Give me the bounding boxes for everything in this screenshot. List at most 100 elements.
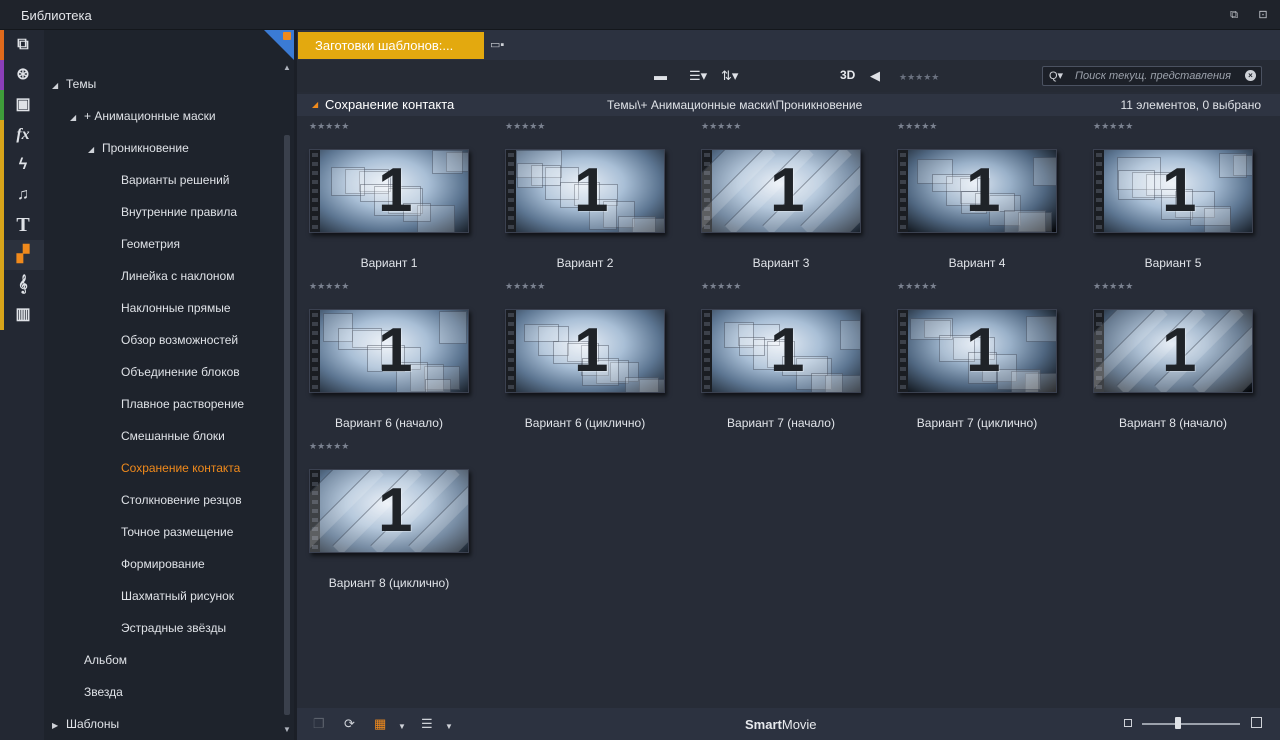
zoom-slider-thumb[interactable]: [1175, 717, 1181, 729]
tree-item-star[interactable]: Звезда: [84, 682, 123, 702]
item-rating[interactable]: ★★★★★: [309, 441, 349, 452]
piano-icon[interactable]: ▥: [12, 305, 34, 325]
template-item[interactable]: ★★★★★ 1 Вариант 1: [297, 118, 493, 278]
music-note-icon[interactable]: ♫: [12, 185, 34, 205]
clear-search-icon[interactable]: ×: [1245, 70, 1256, 81]
category-montage[interactable]: ▞: [0, 240, 44, 270]
category-treble-clef[interactable]: 𝄞: [0, 270, 44, 300]
item-rating[interactable]: ★★★★★: [505, 281, 545, 292]
template-item[interactable]: ★★★★★ 1 Вариант 5: [1081, 118, 1277, 278]
item-thumbnail[interactable]: 1: [505, 309, 665, 393]
tree-item-theme[interactable]: Обзор возможностей: [121, 330, 238, 350]
item-rating[interactable]: ★★★★★: [897, 121, 937, 132]
item-thumbnail[interactable]: 1: [701, 309, 861, 393]
tree-item-theme[interactable]: Наклонные прямые: [121, 298, 231, 318]
scroll-down-arrow-icon[interactable]: ▼: [283, 725, 291, 734]
tree-item-theme[interactable]: Объединение блоков: [121, 362, 240, 382]
film-reel-icon[interactable]: ⊛: [12, 65, 34, 85]
lightning-icon[interactable]: ϟ: [12, 155, 34, 175]
template-item[interactable]: ★★★★★ 1 Вариант 2: [493, 118, 689, 278]
tree-item-theme[interactable]: Точное размещение: [121, 522, 233, 542]
scroll-up-arrow-icon[interactable]: ▲: [283, 63, 291, 72]
item-rating[interactable]: ★★★★★: [897, 281, 937, 292]
item-thumbnail[interactable]: 1: [897, 149, 1057, 233]
category-fx[interactable]: fx: [0, 120, 44, 150]
search-input[interactable]: [1075, 68, 1245, 84]
menu-dropdown-icon[interactable]: ▼: [445, 720, 453, 734]
new-tab-icon[interactable]: ▭▪: [490, 38, 504, 51]
category-text[interactable]: T: [0, 210, 44, 240]
tree-item-theme[interactable]: Эстрадные звёзды: [121, 618, 226, 638]
pin-icon[interactable]: [283, 32, 291, 40]
text-icon[interactable]: T: [12, 215, 34, 235]
template-item[interactable]: ★★★★★ 1 Вариант 7 (начало): [689, 278, 885, 438]
treble-clef-icon[interactable]: 𝄞: [12, 275, 34, 295]
item-thumbnail[interactable]: 1: [701, 149, 861, 233]
tag-icon[interactable]: ◀: [870, 68, 880, 84]
zoom-out-icon[interactable]: [1124, 719, 1132, 727]
collapsed-arrow-icon[interactable]: ▶: [52, 716, 66, 736]
item-thumbnail[interactable]: 1: [309, 149, 469, 233]
tree-item-theme[interactable]: Смешанные блоки: [121, 426, 225, 446]
tree-item-anim-masks[interactable]: ◢ + Анимационные маски: [70, 106, 216, 126]
category-music-note[interactable]: ♫: [0, 180, 44, 210]
smartmovie-label[interactable]: SmartMovie: [745, 717, 817, 732]
tab-template-presets[interactable]: Заготовки шаблонов:...: [298, 32, 484, 59]
3d-filter-button[interactable]: 3D: [840, 68, 855, 82]
tree-item-theme[interactable]: Варианты решений: [121, 170, 230, 190]
collapse-arrow-icon[interactable]: ◢: [312, 100, 318, 109]
item-rating[interactable]: ★★★★★: [701, 281, 741, 292]
undock-window-icon[interactable]: ⊡: [1257, 9, 1269, 21]
expanded-arrow-icon[interactable]: ◢: [70, 108, 84, 128]
item-rating[interactable]: ★★★★★: [1093, 121, 1133, 132]
item-rating[interactable]: ★★★★★: [309, 281, 349, 292]
menu-icon[interactable]: ☰: [421, 717, 433, 731]
item-rating[interactable]: ★★★★★: [309, 121, 349, 132]
copy-icon[interactable]: ❐: [313, 717, 325, 731]
category-piano[interactable]: ▥: [0, 300, 44, 330]
template-item[interactable]: ★★★★★ 1 Вариант 7 (циклично): [885, 278, 1081, 438]
folder-icon[interactable]: ▬: [654, 68, 667, 84]
expanded-arrow-icon[interactable]: ◢: [88, 140, 102, 160]
item-thumbnail[interactable]: 1: [1093, 149, 1253, 233]
tree-item-theme[interactable]: Сохранение контакта: [121, 458, 240, 478]
template-item[interactable]: ★★★★★ 1 Вариант 6 (циклично): [493, 278, 689, 438]
tree-item-penetration[interactable]: ◢ Проникновение: [88, 138, 189, 158]
item-thumbnail[interactable]: 1: [309, 309, 469, 393]
box-icon[interactable]: ⧉: [12, 35, 34, 55]
tree-item-theme[interactable]: Столкновение резцов: [121, 490, 242, 510]
tree-item-templates[interactable]: ▶ Шаблоны: [52, 714, 119, 734]
tree-item-album[interactable]: Альбом: [84, 650, 127, 670]
fx-icon[interactable]: fx: [12, 125, 34, 145]
search-box[interactable]: Q▾ ×: [1042, 66, 1262, 86]
rating-filter[interactable]: ★★★★★: [899, 69, 939, 85]
tree-item-theme[interactable]: Внутренние правила: [121, 202, 237, 222]
layers-icon[interactable]: ▣: [12, 95, 34, 115]
item-rating[interactable]: ★★★★★: [701, 121, 741, 132]
item-rating[interactable]: ★★★★★: [505, 121, 545, 132]
tree-scrollbar-thumb[interactable]: [284, 135, 290, 715]
restore-window-icon[interactable]: ⧉: [1228, 9, 1240, 21]
template-item[interactable]: ★★★★★ 1 Вариант 8 (начало): [1081, 278, 1277, 438]
category-layers[interactable]: ▣: [0, 90, 44, 120]
grid-view-icon[interactable]: ▦: [374, 717, 386, 731]
tree-item-theme[interactable]: Шахматный рисунок: [121, 586, 234, 606]
zoom-slider-track[interactable]: [1142, 723, 1240, 725]
tree-item-themes[interactable]: ◢ Темы: [52, 74, 96, 94]
item-rating[interactable]: ★★★★★: [1093, 281, 1133, 292]
tree-item-theme[interactable]: Формирование: [121, 554, 205, 574]
item-thumbnail[interactable]: 1: [1093, 309, 1253, 393]
item-thumbnail[interactable]: 1: [309, 469, 469, 553]
category-box[interactable]: ⧉: [0, 30, 44, 60]
template-item[interactable]: ★★★★★ 1 Вариант 6 (начало): [297, 278, 493, 438]
refresh-icon[interactable]: ⟳: [344, 717, 355, 731]
expanded-arrow-icon[interactable]: ◢: [52, 76, 66, 96]
montage-icon[interactable]: ▞: [12, 245, 34, 265]
item-thumbnail[interactable]: 1: [897, 309, 1057, 393]
tree-item-theme[interactable]: Геометрия: [121, 234, 180, 254]
category-film-reel[interactable]: ⊛: [0, 60, 44, 90]
template-item[interactable]: ★★★★★ 1 Вариант 4: [885, 118, 1081, 278]
tree-item-theme[interactable]: Линейка с наклоном: [121, 266, 234, 286]
sort-icon[interactable]: ⇅▾: [721, 68, 738, 84]
category-lightning[interactable]: ϟ: [0, 150, 44, 180]
